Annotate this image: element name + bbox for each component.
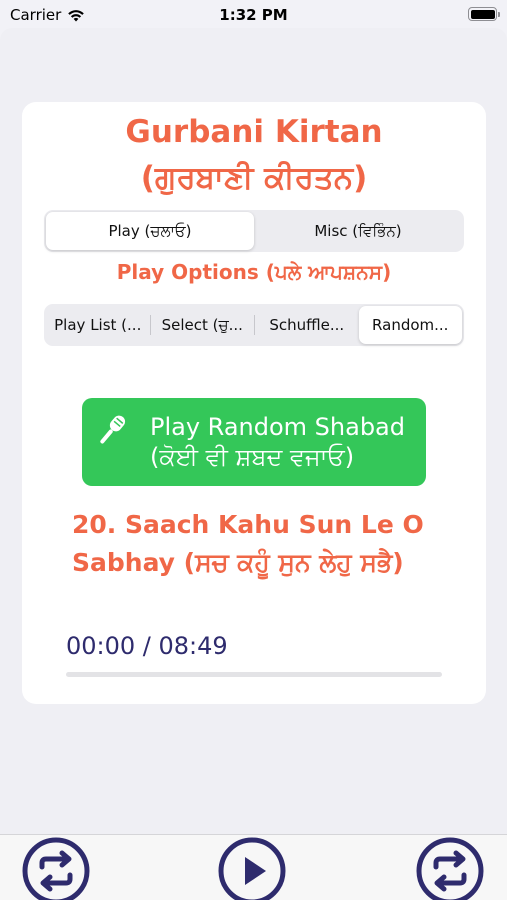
bottom-toolbar bbox=[0, 834, 507, 900]
page-title: Gurbani Kirtan bbox=[125, 114, 383, 150]
option-play-list[interactable]: Play List (... bbox=[46, 306, 150, 344]
progress-slider[interactable] bbox=[66, 672, 442, 677]
status-bar: Carrier 1:32 PM bbox=[0, 0, 507, 30]
main-tab-control: Play (ਚਲਾਓ) Misc (ਵਿਭਿੰਨ) bbox=[44, 210, 464, 252]
repeat-icon[interactable] bbox=[414, 835, 486, 900]
status-time: 1:32 PM bbox=[219, 6, 288, 24]
play-options-control: Play List (... Select (ਚੁ... Schuffle...… bbox=[44, 304, 464, 346]
playback-time: 00:00 / 08:49 bbox=[66, 632, 228, 660]
play-button-line1: Play Random Shabad bbox=[150, 413, 405, 441]
microphone-icon bbox=[100, 415, 126, 444]
track-title: 20. Saach Kahu Sun Le O Sabhay (ਸਚ ਕਹੂੰ … bbox=[72, 510, 424, 577]
option-random[interactable]: Random... bbox=[358, 306, 462, 344]
play-button-label: Play Random Shabad (ਕੋਈ ਵੀ ਸ਼ਬਦ ਵਜਾਓ) bbox=[150, 412, 426, 472]
battery-icon bbox=[468, 7, 500, 21]
option-shuffle[interactable]: Schuffle... bbox=[255, 306, 359, 344]
tab-misc[interactable]: Misc (ਵਿਭਿੰਨ) bbox=[254, 212, 462, 250]
page-title-punjabi: (ਗੁਰਬਾਣੀ ਕੀਰਤਨ) bbox=[140, 160, 368, 196]
play-icon[interactable] bbox=[216, 835, 288, 900]
content-card: Gurbani Kirtan (ਗੁਰਬਾਣੀ ਕੀਰਤਨ) Play (ਚਲਾ… bbox=[22, 102, 486, 704]
play-options-title: Play Options (ਪਲੇ ਆਪਸ਼ਨਸ) bbox=[116, 260, 392, 284]
tab-play[interactable]: Play (ਚਲਾਓ) bbox=[46, 212, 254, 250]
play-random-shabad-button[interactable]: Play Random Shabad (ਕੋਈ ਵੀ ਸ਼ਬਦ ਵਜਾਓ) bbox=[82, 398, 426, 486]
option-select[interactable]: Select (ਚੁ... bbox=[151, 306, 255, 344]
play-button-line2: (ਕੋਈ ਵੀ ਸ਼ਬਦ ਵਜਾਓ) bbox=[150, 443, 355, 471]
modal-sheet: Gurbani Kirtan (ਗੁਰਬਾਣੀ ਕੀਰਤਨ) Play (ਚਲਾ… bbox=[0, 28, 507, 834]
repeat-icon[interactable] bbox=[20, 835, 92, 900]
